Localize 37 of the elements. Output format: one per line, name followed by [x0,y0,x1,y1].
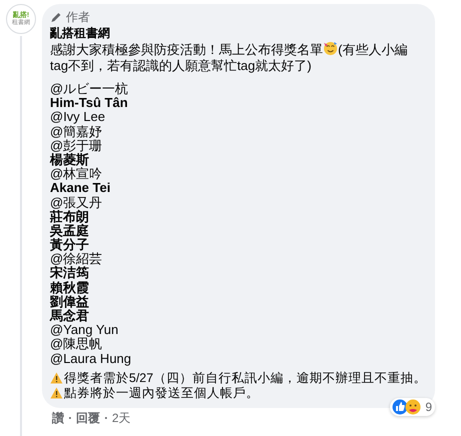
tagged-name[interactable]: 劉偉益 [50,294,89,309]
note-text: 得獎者需於5/27（四）前自行私訊小編，逾期不辦理且不重抽。 [64,370,426,386]
name-text: @Ivy Lee [50,110,106,125]
like-link[interactable]: 讚 [52,410,64,425]
name-text: @Laura Hung [50,352,132,366]
separator-dot [69,416,71,419]
author-label: 作者 [66,9,90,25]
party-face-icon [323,41,338,56]
reply-link[interactable]: 回覆 [76,410,100,425]
note-text: 點券將於一週內發送至個人帳戶。 [64,386,259,401]
pencil-icon [50,11,63,23]
comment-text: 感謝大家積極參與防疫活動！馬上公布得獎名單 (有些人小編tag不到，若有認識的人願意幫忙tag就太好了) [50,41,408,74]
separator-dot [105,416,107,419]
name-text: @陳思帆 [50,337,102,352]
name-text: @徐紹芸 [50,252,102,266]
name-text: @林宣吟 [50,167,102,182]
tagged-name[interactable]: 賴秋霞 [50,280,89,295]
name-text: @張又丹 [50,196,102,210]
warning-icon [50,387,63,400]
reaction-count: 9 [425,400,432,414]
reaction-icons [392,398,422,415]
name-text: @ルビー一杭 [50,82,128,96]
warning-icon [50,372,63,384]
tagged-name[interactable]: Akane Tei [50,181,110,196]
tagged-name[interactable]: 黃分子 [50,238,89,252]
tagged-name[interactable]: 楊菱斯 [50,152,89,168]
tagged-name[interactable]: 宋洁筠 [50,266,89,281]
name-text: @彭于珊 [50,138,102,153]
tagged-name[interactable]: 吳孟庭 [50,224,89,238]
name-text: @簡嘉妤 [50,124,102,139]
name-text: @Yang Yun [50,323,118,338]
author-name[interactable]: 亂搭租書網 [50,25,423,41]
timestamp[interactable]: 2天 [112,410,131,425]
tagged-name[interactable]: Him-Tsû Tân [50,96,128,110]
tagged-name[interactable]: 馬念君 [50,309,89,324]
tagged-name[interactable]: 莊布朗 [50,210,89,224]
reaction-summary[interactable]: 9 [390,398,435,416]
